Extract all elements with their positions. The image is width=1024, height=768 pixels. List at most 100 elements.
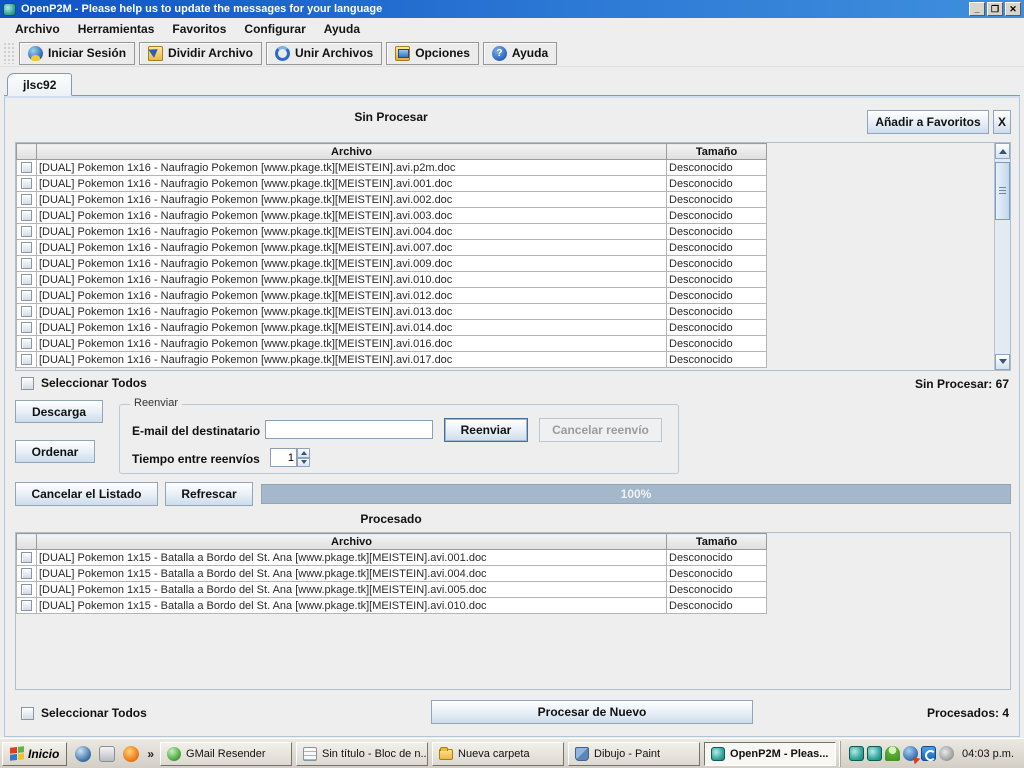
select-all-checkbox[interactable] <box>21 377 34 390</box>
size-cell: Desconocido <box>667 288 767 304</box>
size-column-header[interactable]: Tamaño <box>667 534 767 550</box>
unprocessed-scroll-pane: Archivo Tamaño [DUAL] Pokemon 1x16 - Nau… <box>15 142 1011 371</box>
scroll-up-button[interactable] <box>995 143 1010 159</box>
spinner-up-button[interactable] <box>297 448 310 458</box>
cancel-list-button[interactable]: Cancelar el Listado <box>15 482 158 506</box>
table-row[interactable]: [DUAL] Pokemon 1x15 - Batalla a Bordo de… <box>17 582 767 598</box>
close-button[interactable]: ✕ <box>1005 2 1021 16</box>
table-row[interactable]: [DUAL] Pokemon 1x16 - Naufragio Pokemon … <box>17 256 767 272</box>
sort-button[interactable]: Ordenar <box>15 440 95 463</box>
table-row[interactable]: [DUAL] Pokemon 1x16 - Naufragio Pokemon … <box>17 176 767 192</box>
table-row[interactable]: [DUAL] Pokemon 1x15 - Batalla a Bordo de… <box>17 598 767 614</box>
taskbar-clock: 04:03 p.m. <box>962 748 1014 760</box>
checkbox-column-header[interactable] <box>17 534 37 550</box>
interval-field[interactable] <box>270 448 297 467</box>
row-checkbox[interactable] <box>21 162 32 173</box>
processed-select-all[interactable]: Seleccionar Todos <box>21 706 147 720</box>
spinner-down-button[interactable] <box>297 458 310 468</box>
row-checkbox[interactable] <box>21 306 32 317</box>
blue-app-icon[interactable] <box>921 746 936 761</box>
split-file-button[interactable]: Dividir Archivo <box>139 42 262 65</box>
menu-item[interactable]: Configurar <box>235 20 314 38</box>
table-row[interactable]: [DUAL] Pokemon 1x16 - Naufragio Pokemon … <box>17 272 767 288</box>
resend-button[interactable]: Reenviar <box>444 418 528 442</box>
table-row[interactable]: [DUAL] Pokemon 1x15 - Batalla a Bordo de… <box>17 566 767 582</box>
table-row[interactable]: [DUAL] Pokemon 1x16 - Naufragio Pokemon … <box>17 336 767 352</box>
row-checkbox[interactable] <box>21 552 32 563</box>
paint-icon <box>575 747 589 761</box>
menu-item[interactable]: Favoritos <box>163 20 235 38</box>
row-checkbox[interactable] <box>21 226 32 237</box>
vertical-scrollbar[interactable] <box>994 143 1010 370</box>
interval-spinner[interactable] <box>270 448 310 467</box>
scroll-down-button[interactable] <box>995 354 1010 370</box>
file-column-header[interactable]: Archivo <box>37 534 667 550</box>
row-checkbox[interactable] <box>21 568 32 579</box>
processed-scroll-pane: Archivo Tamaño [DUAL] Pokemon 1x15 - Bat… <box>15 532 1011 690</box>
taskbar-button-folder[interactable]: Nueva carpeta <box>432 742 564 766</box>
title-bar[interactable]: OpenP2M - Please help us to update the m… <box>0 0 1024 18</box>
table-row[interactable]: [DUAL] Pokemon 1x16 - Naufragio Pokemon … <box>17 320 767 336</box>
file-column-header[interactable]: Archivo <box>37 144 667 160</box>
app-icon[interactable] <box>99 746 115 762</box>
table-row[interactable]: [DUAL] Pokemon 1x16 - Naufragio Pokemon … <box>17 288 767 304</box>
overflow-chevron[interactable]: » <box>147 747 154 761</box>
taskbar-button-openp2m[interactable]: OpenP2M - Pleas... <box>704 742 836 766</box>
login-button[interactable]: Iniciar Sesión <box>19 42 135 65</box>
download-button[interactable]: Descarga <box>15 400 103 423</box>
select-all-checkbox[interactable] <box>21 707 34 720</box>
row-checkbox[interactable] <box>21 354 32 365</box>
network-update-icon[interactable] <box>903 746 918 761</box>
row-checkbox[interactable] <box>21 584 32 595</box>
row-checkbox[interactable] <box>21 194 32 205</box>
table-row[interactable]: [DUAL] Pokemon 1x16 - Naufragio Pokemon … <box>17 352 767 368</box>
file-cell: [DUAL] Pokemon 1x15 - Batalla a Bordo de… <box>37 582 667 598</box>
menu-item[interactable]: Ayuda <box>315 20 369 38</box>
table-row[interactable]: [DUAL] Pokemon 1x16 - Naufragio Pokemon … <box>17 304 767 320</box>
row-checkbox[interactable] <box>21 178 32 189</box>
join-files-button[interactable]: Unir Archivos <box>266 42 382 65</box>
taskbar-button-notepad[interactable]: Sin título - Bloc de n... <box>296 742 428 766</box>
table-row[interactable]: [DUAL] Pokemon 1x16 - Naufragio Pokemon … <box>17 208 767 224</box>
menu-item[interactable]: Archivo <box>6 20 69 38</box>
row-checkbox[interactable] <box>21 600 32 611</box>
table-row[interactable]: [DUAL] Pokemon 1x16 - Naufragio Pokemon … <box>17 240 767 256</box>
toolbar-grip[interactable] <box>3 42 15 64</box>
scrollbar-thumb[interactable] <box>995 162 1010 220</box>
help-button[interactable]: ? Ayuda <box>483 42 557 65</box>
email-field[interactable] <box>265 420 433 439</box>
unprocessed-select-all[interactable]: Seleccionar Todos <box>21 376 147 390</box>
messenger-person-icon[interactable] <box>885 746 900 761</box>
row-checkbox[interactable] <box>21 274 32 285</box>
row-checkbox[interactable] <box>21 258 32 269</box>
tab-jlsc92[interactable]: jlsc92 <box>7 73 72 96</box>
row-checkbox[interactable] <box>21 322 32 333</box>
restore-button[interactable]: ❐ <box>987 2 1003 16</box>
close-tab-button[interactable]: X <box>993 110 1011 134</box>
row-checkbox[interactable] <box>21 338 32 349</box>
table-row[interactable]: [DUAL] Pokemon 1x16 - Naufragio Pokemon … <box>17 224 767 240</box>
cancel-resend-button[interactable]: Cancelar reenvío <box>539 418 662 442</box>
openp2m-mail-icon[interactable] <box>849 746 864 761</box>
minimize-button[interactable]: _ <box>969 2 985 16</box>
browser-globe-icon[interactable] <box>75 746 91 762</box>
reprocess-button[interactable]: Procesar de Nuevo <box>431 700 753 724</box>
firefox-icon[interactable] <box>123 746 139 762</box>
openp2m-mail-icon[interactable] <box>867 746 882 761</box>
taskbar-button-gmail-resender[interactable]: GMail Resender <box>160 742 292 766</box>
row-checkbox[interactable] <box>21 290 32 301</box>
taskbar-button-paint[interactable]: Dibujo - Paint <box>568 742 700 766</box>
table-row[interactable]: [DUAL] Pokemon 1x15 - Batalla a Bordo de… <box>17 550 767 566</box>
table-row[interactable]: [DUAL] Pokemon 1x16 - Naufragio Pokemon … <box>17 160 767 176</box>
options-button[interactable]: Opciones <box>386 42 479 65</box>
start-button[interactable]: Inicio <box>2 742 67 766</box>
add-to-favorites-button[interactable]: Añadir a Favoritos <box>867 110 989 134</box>
refresh-button[interactable]: Refrescar <box>165 482 253 506</box>
row-checkbox[interactable] <box>21 242 32 253</box>
menu-item[interactable]: Herramientas <box>69 20 164 38</box>
size-column-header[interactable]: Tamaño <box>667 144 767 160</box>
volume-icon[interactable] <box>939 746 954 761</box>
checkbox-column-header[interactable] <box>17 144 37 160</box>
row-checkbox[interactable] <box>21 210 32 221</box>
table-row[interactable]: [DUAL] Pokemon 1x16 - Naufragio Pokemon … <box>17 192 767 208</box>
